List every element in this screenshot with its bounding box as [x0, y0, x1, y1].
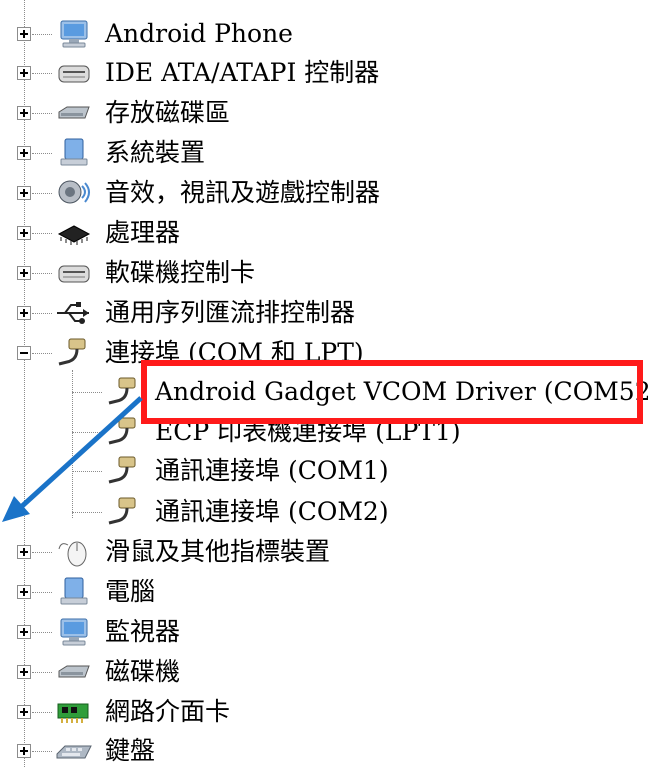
annotation-arrow-icon — [2, 396, 143, 522]
